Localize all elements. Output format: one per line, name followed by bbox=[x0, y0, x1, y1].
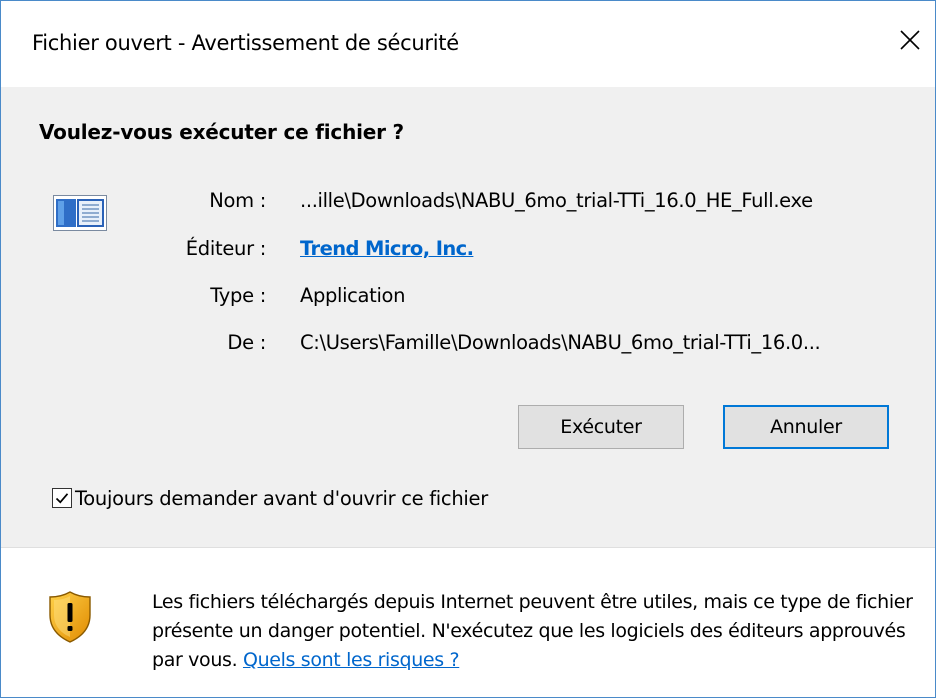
cancel-button[interactable]: Annuler bbox=[723, 405, 889, 449]
always-ask-checkbox-row[interactable]: Toujours demander avant d'ouvrir ce fich… bbox=[52, 485, 488, 511]
always-ask-label: Toujours demander avant d'ouvrir ce fich… bbox=[75, 486, 488, 510]
type-value: Application bbox=[300, 284, 406, 307]
window-title: Fichier ouvert - Avertissement de sécuri… bbox=[32, 31, 459, 55]
name-label: Nom : bbox=[209, 189, 266, 212]
risks-link[interactable]: Quels sont les risques ? bbox=[243, 649, 460, 671]
security-shield-icon bbox=[49, 591, 91, 647]
warning-message: Les fichiers téléchargés depuis Internet… bbox=[152, 588, 922, 675]
title-bar: Fichier ouvert - Avertissement de sécuri… bbox=[1, 1, 935, 87]
close-icon[interactable] bbox=[895, 25, 925, 55]
type-label: Type : bbox=[210, 284, 266, 307]
name-value: ...ille\Downloads\NABU_6mo_trial-TTi_16.… bbox=[300, 189, 813, 212]
from-label: De : bbox=[227, 331, 266, 354]
dialog-body: Voulez-vous exécuter ce fichier ? Nom : … bbox=[1, 87, 935, 547]
run-question: Voulez-vous exécuter ce fichier ? bbox=[39, 120, 404, 144]
warning-panel: Les fichiers téléchargés depuis Internet… bbox=[1, 548, 935, 697]
from-value: C:\Users\Famille\Downloads\NABU_6mo_tria… bbox=[300, 331, 821, 354]
security-warning-dialog: Fichier ouvert - Avertissement de sécuri… bbox=[0, 0, 936, 698]
run-button[interactable]: Exécuter bbox=[518, 405, 684, 449]
publisher-label: Éditeur : bbox=[185, 237, 267, 260]
checkmark-icon bbox=[55, 493, 69, 504]
always-ask-checkbox[interactable] bbox=[52, 488, 72, 508]
publisher-link[interactable]: Trend Micro, Inc. bbox=[300, 237, 474, 260]
